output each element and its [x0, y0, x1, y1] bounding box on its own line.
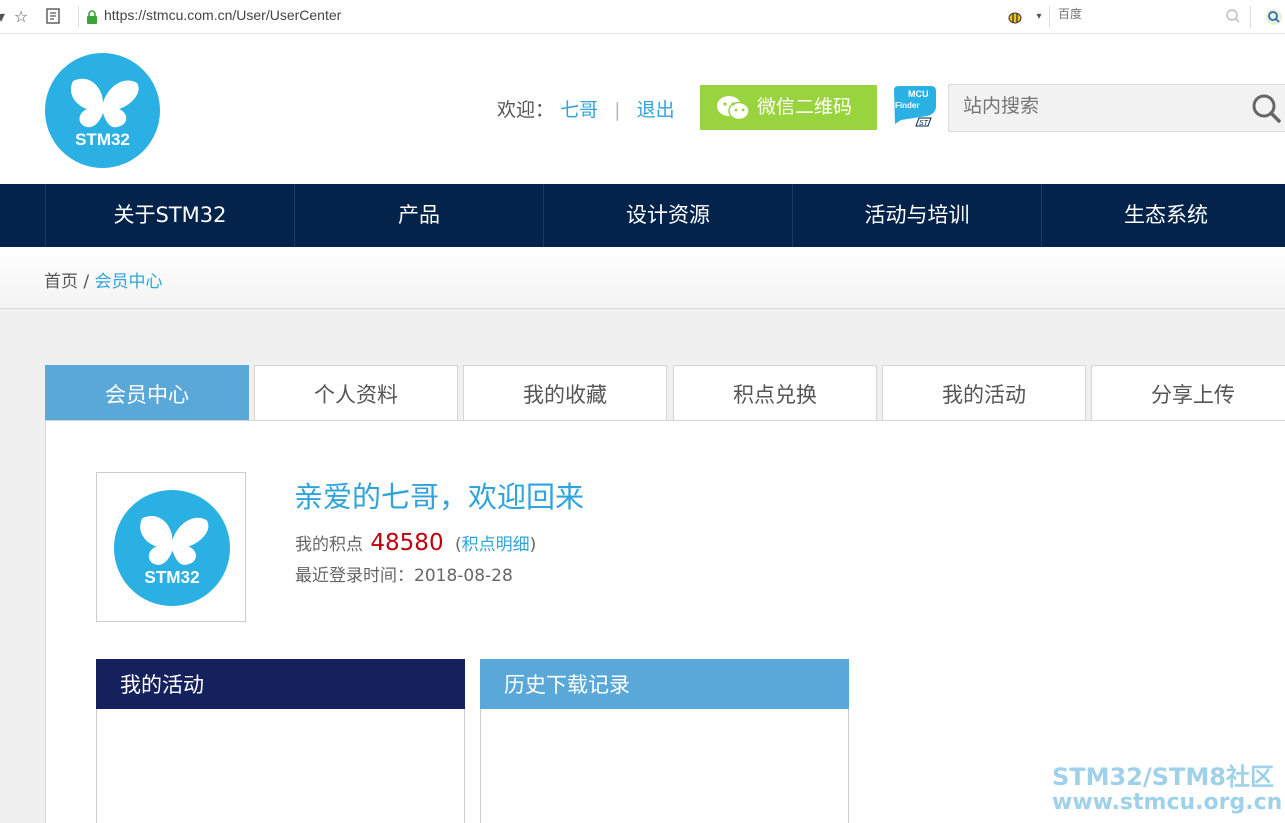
- star-icon[interactable]: ☆: [12, 8, 30, 26]
- last-login-time: 最近登录时间：2018-08-28: [295, 566, 513, 586]
- avatar[interactable]: STM32: [96, 472, 246, 622]
- url-input[interactable]: [104, 7, 804, 23]
- divider: |: [614, 99, 621, 121]
- main-nav: 关于STM32 产品 设计资源 活动与培训 生态系统: [0, 184, 1285, 247]
- dropdown-caret-icon[interactable]: ▾: [1030, 8, 1048, 26]
- nav-item-about[interactable]: 关于STM32: [45, 184, 294, 247]
- tab-favorites[interactable]: 我的收藏: [463, 365, 667, 421]
- username-link[interactable]: 七哥: [560, 99, 598, 121]
- tab-share-upload[interactable]: 分享上传: [1091, 365, 1285, 421]
- download-history-box: 历史下载记录: [480, 659, 849, 823]
- tab-profile[interactable]: 个人资料: [254, 365, 458, 421]
- chevron-down-icon[interactable]: ▾: [0, 8, 10, 26]
- points-line: 我的积点 48580 (积点明细): [295, 530, 536, 556]
- lock-icon: [86, 9, 98, 24]
- breadcrumb-bar: 首页 / 会员中心: [0, 247, 1285, 309]
- nav-item-products[interactable]: 产品: [294, 184, 543, 247]
- tab-member-center[interactable]: 会员中心: [45, 365, 249, 421]
- nav-item-events[interactable]: 活动与培训: [792, 184, 1041, 247]
- my-activities-box: 我的活动: [96, 659, 465, 823]
- reader-mode-icon[interactable]: [44, 8, 62, 26]
- avatar-logo: STM32: [114, 490, 230, 606]
- nav-item-ecosystem[interactable]: 生态系统: [1041, 184, 1285, 247]
- points-detail-link[interactable]: 积点明细: [462, 535, 530, 555]
- download-history-heading: 历史下载记录: [480, 659, 849, 709]
- mcu-finder-badge[interactable]: MCU Finder ST: [891, 84, 937, 128]
- welcome-label: 欢迎：: [497, 99, 555, 121]
- bee-icon[interactable]: [1006, 8, 1024, 26]
- site-logo[interactable]: STM32: [45, 53, 160, 168]
- nav-item-design-resources[interactable]: 设计资源: [543, 184, 792, 247]
- svg-text:STM32: STM32: [75, 130, 130, 149]
- breadcrumb-separator: /: [78, 272, 95, 292]
- tab-my-activities[interactable]: 我的活动: [882, 365, 1086, 421]
- site-search: [948, 84, 1285, 132]
- breadcrumb-current[interactable]: 会员中心: [95, 272, 163, 292]
- greeting-title: 亲爱的七哥，欢迎回来: [294, 480, 585, 514]
- search-icon[interactable]: [1251, 93, 1281, 123]
- svg-text:ST: ST: [919, 120, 929, 127]
- extension-icon[interactable]: [1265, 8, 1283, 26]
- wechat-button-label: 微信二维码: [757, 96, 853, 118]
- svg-text:STM32: STM32: [144, 567, 199, 587]
- breadcrumb-home[interactable]: 首页: [44, 272, 78, 292]
- svg-text:Finder: Finder: [895, 101, 919, 110]
- wechat-qrcode-button[interactable]: 微信二维码: [700, 85, 877, 130]
- my-activities-heading: 我的活动: [96, 659, 465, 709]
- browser-address-bar: ▾ ☆ ▾: [0, 0, 1285, 34]
- browser-search-input[interactable]: [1058, 7, 1208, 21]
- wechat-icon: [716, 94, 750, 122]
- points-detail-close: ): [529, 535, 537, 555]
- site-search-input[interactable]: [963, 95, 1233, 117]
- watermark-line2: www.stmcu.org.cn: [1052, 790, 1283, 815]
- welcome-text: 欢迎： 七哥 | 退出: [497, 95, 675, 122]
- search-icon[interactable]: [1225, 8, 1241, 24]
- points-detail-open: (: [454, 535, 462, 555]
- tab-points-exchange[interactable]: 积点兑换: [673, 365, 877, 421]
- svg-text:MCU: MCU: [908, 89, 929, 99]
- points-label: 我的积点: [295, 535, 363, 555]
- logout-link[interactable]: 退出: [637, 99, 675, 121]
- breadcrumb: 首页 / 会员中心: [44, 267, 163, 292]
- points-value: 48580: [370, 530, 444, 556]
- watermark-line1: STM32/STM8社区: [1052, 763, 1274, 791]
- watermark: STM32/STM8社区 www.stmcu.org.cn: [1052, 764, 1282, 816]
